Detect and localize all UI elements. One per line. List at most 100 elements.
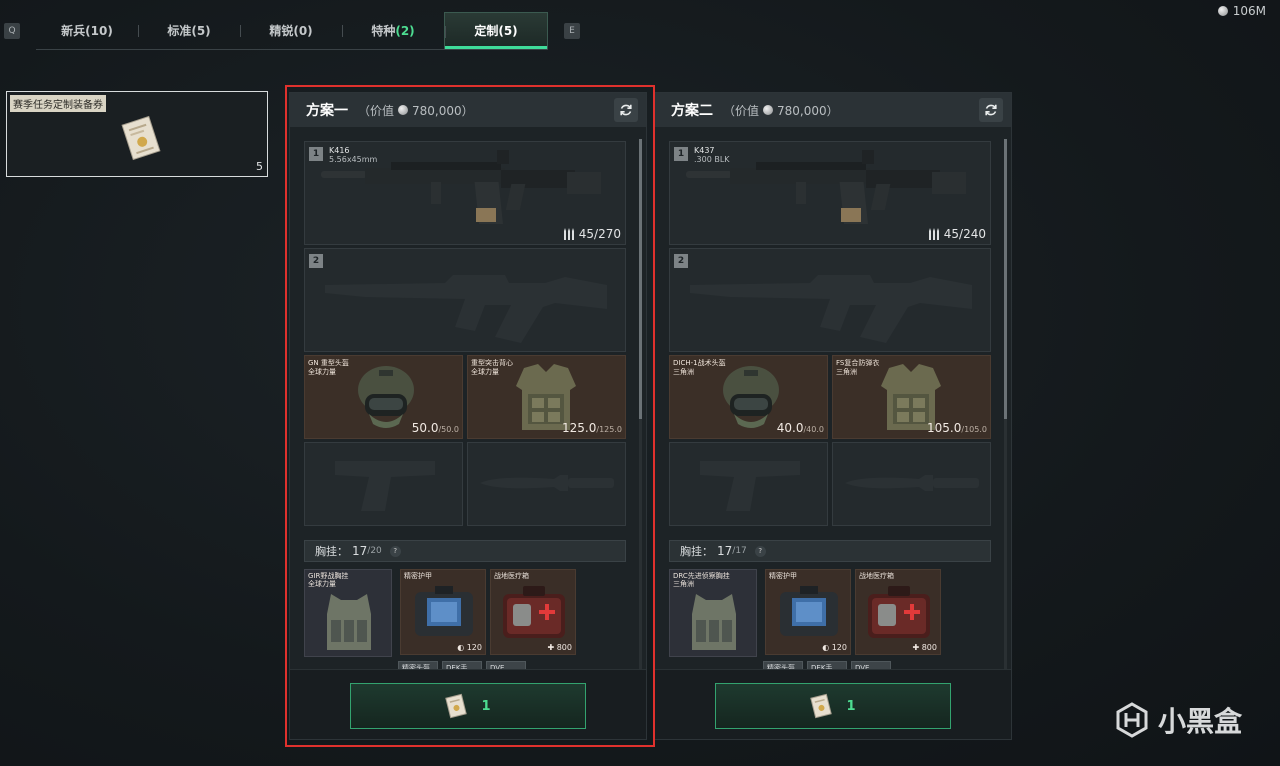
helmet-icon (723, 366, 779, 428)
scrollbar[interactable] (1004, 139, 1007, 669)
coupon-ticket-icon (445, 693, 468, 719)
pistol-slot[interactable] (669, 442, 828, 526)
medkit-value: ✚ 800 (547, 643, 572, 652)
ammo-icon (928, 228, 939, 240)
armor-bag-item[interactable]: 精密护甲 ◐ 120 (765, 569, 851, 655)
tab-special-label: 特种 (371, 24, 396, 38)
help-icon[interactable]: ? (754, 545, 766, 557)
redeem-plan-button[interactable]: 1 (715, 683, 951, 729)
armor-bag-icon (780, 586, 838, 636)
tab-recruit[interactable]: 新兵(10) (36, 12, 138, 49)
helmet-durability-max: /40.0 (803, 425, 824, 434)
q-key-hint: Q (4, 23, 20, 39)
rig-capacity-label: 胸挂： (680, 545, 713, 558)
chest-rig-name: DRC先进侦察胸挂 (673, 572, 730, 580)
tab-custom-label: 定制(5) (474, 24, 518, 38)
armor-bag-value-number: 120 (466, 643, 482, 652)
medkit-value-number: 800 (921, 643, 937, 652)
ammo-count: 45/240 (928, 227, 986, 241)
watermark-logo-icon (1116, 702, 1148, 738)
plan-panel-1[interactable]: 方案一 （价值 780,000） 1 K416 5.56x45mm 45/270… (289, 92, 647, 740)
armor-slot[interactable]: 重型突击背心 全球力量 125.0/125.0 (467, 355, 626, 439)
refresh-button[interactable] (979, 98, 1003, 122)
tab-special[interactable]: 特种 (2) (342, 12, 444, 49)
redeem-cost: 1 (481, 698, 491, 714)
empty-rifle-silhouette-icon (690, 275, 972, 343)
plan-panel-2[interactable]: 方案二 （价值 780,000） 1 K437 .300 BLK 45/240 … (654, 92, 1012, 740)
coin-icon (1217, 6, 1228, 16)
primary-weapon-slot[interactable]: 1 K437 .300 BLK 45/240 (669, 141, 991, 245)
plan-header: 方案二 （价值 780,000） (655, 93, 1011, 127)
armor-durability-current: 125.0 (562, 421, 597, 435)
medkit-icon (868, 586, 930, 638)
helmet-durability-current: 50.0 (411, 421, 439, 435)
ammo-value: 45/270 (578, 227, 621, 241)
tab-standard[interactable]: 标准(5) (138, 12, 240, 49)
scrollbar[interactable] (639, 139, 642, 669)
redeem-plan-button[interactable]: 1 (350, 683, 586, 729)
pistol-slot[interactable] (304, 442, 463, 526)
coin-icon (398, 105, 409, 115)
rig-capacity-value: 17 (717, 544, 733, 558)
coupon-ticket-icon (121, 115, 161, 161)
plan-value-prefix: （价值 (358, 103, 395, 118)
chest-rig-icon (327, 594, 371, 650)
helmet-durability: 50.0/50.0 (412, 421, 459, 435)
melee-slot[interactable] (467, 442, 626, 526)
coin-icon (763, 105, 774, 115)
medkit-name: 战地医疗箱 (859, 572, 894, 580)
melee-slot[interactable] (832, 442, 991, 526)
chest-rig-name: GIR野战胸挂 (308, 572, 349, 580)
medkit-item[interactable]: 战地医疗箱 ✚ 800 (855, 569, 941, 655)
armor-bag-item[interactable]: 精密护甲 ◐ 120 (400, 569, 486, 655)
medkit-value: ✚ 800 (912, 643, 937, 652)
rig-capacity-max: /17 (732, 546, 747, 556)
ammo-value: 45/240 (943, 227, 986, 241)
helmet-durability-current: 40.0 (776, 421, 804, 435)
e-key-hint: E (564, 23, 580, 39)
primary-weapon-slot[interactable]: 1 K416 5.56x45mm 45/270 (304, 141, 626, 245)
coupon-card[interactable]: 赛季任务定制装备券 5 (6, 91, 268, 177)
secondary-weapon-slot[interactable]: 2 (304, 248, 626, 352)
redeem-cost: 1 (846, 698, 856, 714)
currency-amount: 106M (1232, 4, 1266, 18)
scrollbar-thumb[interactable] (639, 139, 642, 419)
category-tabs: 新兵(10) 标准(5) 精锐(0) 特种 (2) 定制(5) (36, 12, 548, 50)
helmet-slot[interactable]: DICH-1战术头盔 三角洲 40.0/40.0 (669, 355, 828, 439)
medkit-icon (503, 586, 565, 638)
chest-rig-label: DRC先进侦察胸挂 三角洲 (673, 572, 730, 588)
chest-rig-faction: 三角洲 (673, 580, 694, 588)
plan-value-prefix: （价值 (723, 103, 760, 118)
empty-knife-silhouette-icon (480, 475, 614, 491)
medkit-item[interactable]: 战地医疗箱 ✚ 800 (490, 569, 576, 655)
help-icon[interactable]: ? (389, 545, 401, 557)
helmet-slot[interactable]: GN 重型头盔 全球力量 50.0/50.0 (304, 355, 463, 439)
armor-bag-icon (415, 586, 473, 636)
tab-elite[interactable]: 精锐(0) (240, 12, 342, 49)
coupon-ticket-icon (810, 693, 833, 719)
armor-bag-name: 精密护甲 (404, 572, 432, 580)
armor-bag-value: ◐ 120 (457, 643, 482, 652)
rig-capacity-value: 17 (352, 544, 368, 558)
chest-rig-label: GIR野战胸挂 全球力量 (308, 572, 348, 588)
tab-custom[interactable]: 定制(5) (444, 12, 548, 49)
coupon-quantity: 5 (256, 160, 263, 173)
armor-durability-max: /105.0 (961, 425, 987, 434)
ammo-icon (563, 228, 574, 240)
plan-value: （价值 780,000） (358, 102, 474, 119)
armor-durability-max: /125.0 (596, 425, 622, 434)
chest-rig-faction: 全球力量 (308, 580, 336, 588)
refresh-button[interactable] (614, 98, 638, 122)
armor-durability: 105.0/105.0 (927, 421, 987, 435)
secondary-weapon-slot[interactable]: 2 (669, 248, 991, 352)
armor-slot[interactable]: FS复合防弹衣 三角洲 105.0/105.0 (832, 355, 991, 439)
helmet-icon (358, 366, 414, 428)
chest-rig-icon (692, 594, 736, 650)
empty-knife-silhouette-icon (845, 475, 979, 491)
chest-rig-item[interactable]: GIR野战胸挂 全球力量 (304, 569, 392, 657)
plan-header: 方案一 （价值 780,000） (290, 93, 646, 127)
refresh-icon (985, 104, 997, 116)
plan-footer: 1 (290, 669, 646, 739)
scrollbar-thumb[interactable] (1004, 139, 1007, 419)
chest-rig-item[interactable]: DRC先进侦察胸挂 三角洲 (669, 569, 757, 657)
